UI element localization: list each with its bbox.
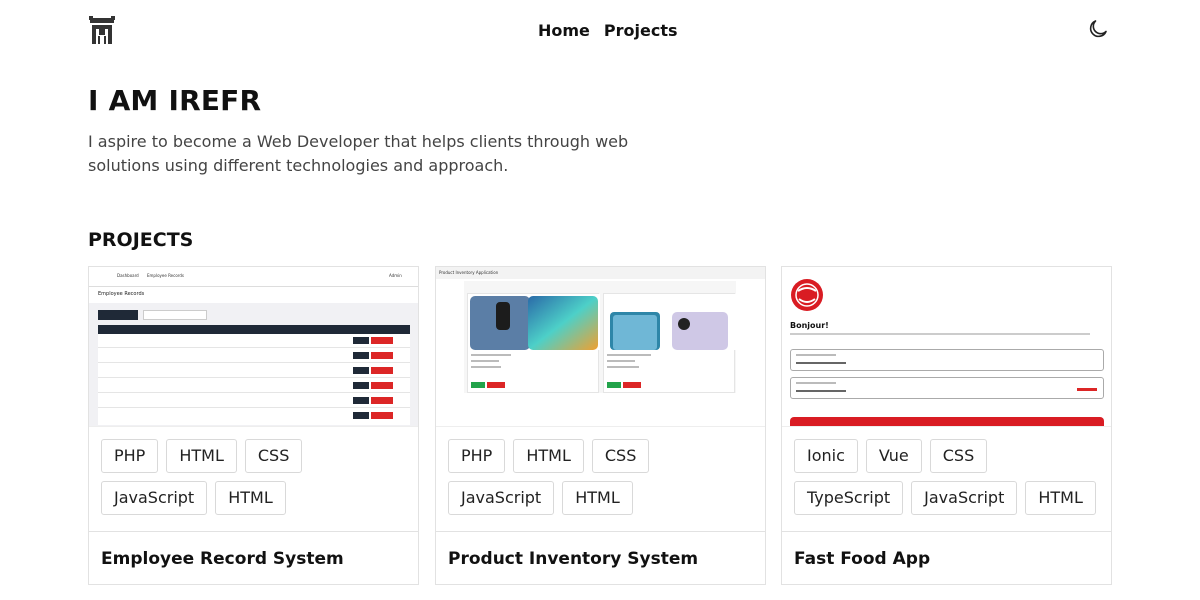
card-footer: Employee Record System	[89, 531, 418, 585]
tech-tag: Vue	[865, 439, 922, 473]
building-logo-icon[interactable]	[89, 16, 115, 46]
tech-tag: CSS	[244, 439, 303, 473]
tech-tag: JavaScript	[911, 481, 1018, 515]
thumb-app-title: Product Inventory Application	[439, 270, 499, 275]
project-title[interactable]: Employee Record System	[101, 549, 344, 569]
project-title[interactable]: Product Inventory System	[448, 549, 698, 569]
nav-link-projects[interactable]: Projects	[604, 21, 678, 40]
project-title[interactable]: Fast Food App	[794, 549, 930, 569]
tech-tags: Ionic Vue CSS TypeScript JavaScript HTML	[794, 439, 1104, 515]
tech-tag: Ionic	[794, 439, 858, 473]
tech-tags: PHP HTML CSS JavaScript HTML	[448, 439, 758, 515]
project-thumbnail: Dashboard Employee Records Admin Employe…	[89, 267, 418, 427]
tech-tag: CSS	[591, 439, 650, 473]
tech-tag: HTML	[215, 481, 286, 515]
nav-link-home[interactable]: Home	[538, 21, 590, 40]
tech-tag: HTML	[166, 439, 237, 473]
project-card-employee-record[interactable]: Dashboard Employee Records Admin Employe…	[88, 266, 419, 585]
thumb-nav-item: Employee Records	[147, 273, 184, 278]
moon-icon[interactable]	[1086, 17, 1110, 41]
project-card-product-inventory[interactable]: Product Inventory Application PHP HTML C…	[435, 266, 766, 585]
project-thumbnail: Bonjour!	[782, 267, 1111, 427]
projects-heading: PROJECTS	[88, 229, 194, 251]
tech-tag: TypeScript	[794, 481, 904, 515]
tech-tag: HTML	[513, 439, 584, 473]
hero-title: I AM IREFR	[88, 84, 262, 117]
thumb-nav-item: Dashboard	[117, 273, 139, 278]
tech-tag: CSS	[929, 439, 988, 473]
card-footer: Product Inventory System	[436, 531, 765, 585]
project-thumbnail: Product Inventory Application	[436, 267, 765, 427]
card-footer: Fast Food App	[782, 531, 1111, 585]
project-card-fast-food[interactable]: Bonjour! Ionic Vue CSS TypeScript JavaSc…	[781, 266, 1112, 585]
thumb-heading: Employee Records	[98, 291, 145, 297]
tech-tags: PHP HTML CSS JavaScript HTML	[101, 439, 411, 515]
hero-description: I aspire to become a Web Developer that …	[88, 132, 629, 175]
tech-tag: PHP	[101, 439, 159, 473]
tech-tag: JavaScript	[101, 481, 208, 515]
tech-tag: HTML	[562, 481, 633, 515]
top-navbar: Home Projects	[0, 0, 1200, 64]
fastfood-logo-icon	[790, 277, 824, 315]
tech-tag: PHP	[448, 439, 506, 473]
tech-tag: JavaScript	[448, 481, 555, 515]
thumb-greeting: Bonjour!	[790, 321, 829, 330]
tech-tag: HTML	[1025, 481, 1096, 515]
thumb-nav-item: Admin	[389, 273, 402, 278]
nav-links: Home Projects	[538, 21, 678, 40]
